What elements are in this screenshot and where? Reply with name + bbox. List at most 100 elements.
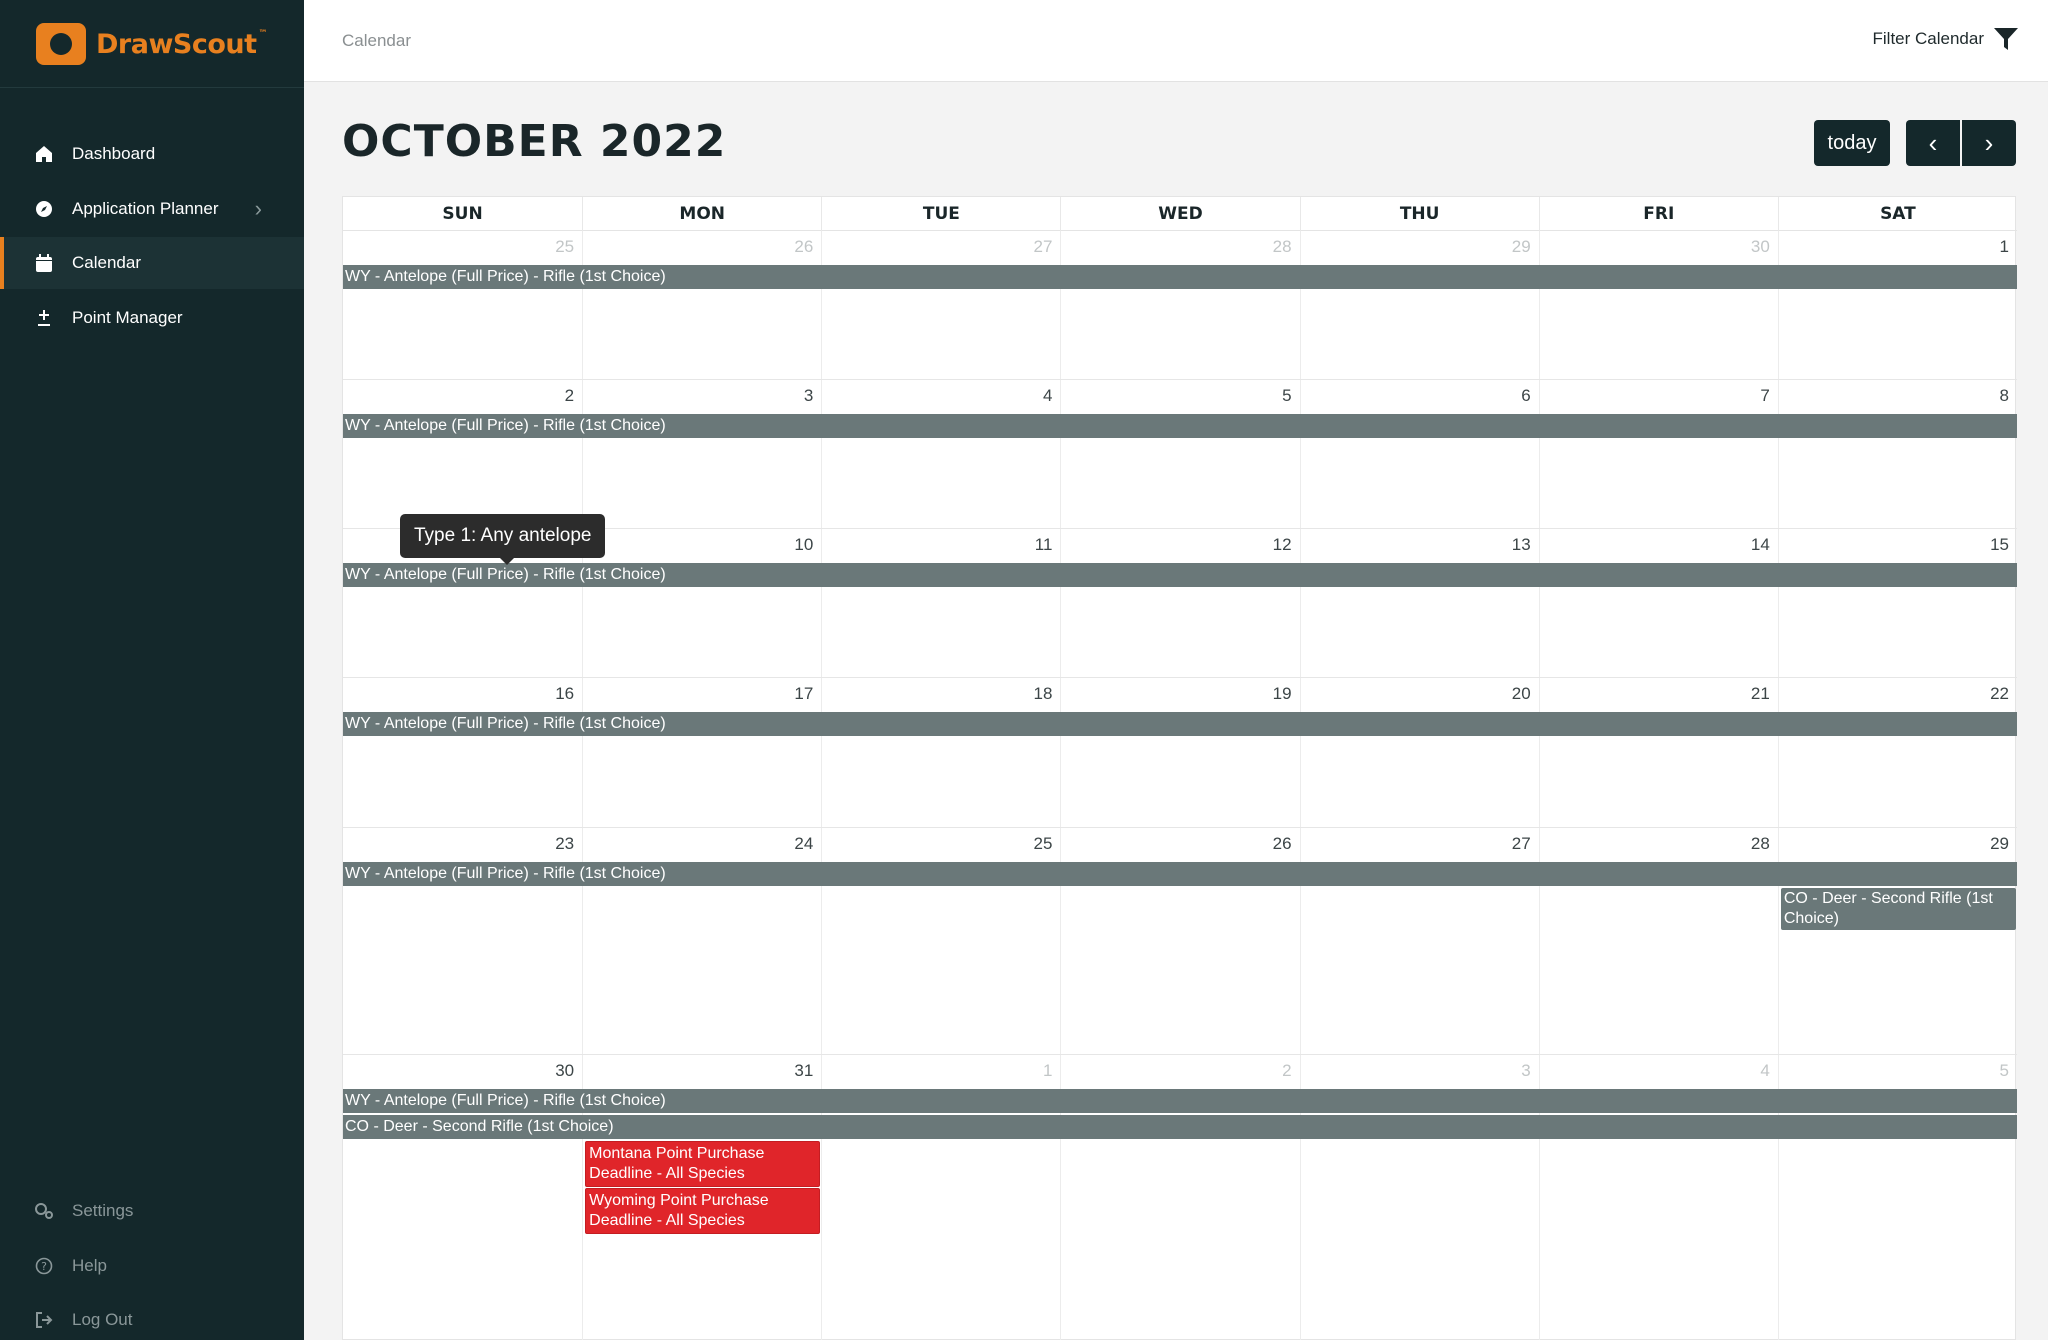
event-wy-antelope[interactable]: WY - Antelope (Full Price) - Rifle (1st … xyxy=(343,1089,2017,1113)
sidebar-item-logout[interactable]: Log Out xyxy=(0,1294,304,1340)
calendar-icon xyxy=(34,253,54,273)
day-number[interactable]: 1 xyxy=(821,1061,1052,1081)
chevron-right-icon: › xyxy=(1984,127,1994,158)
event-tooltip: Type 1: Any antelope xyxy=(400,514,606,565)
next-month-button[interactable]: › xyxy=(1962,120,2016,166)
breadcrumb: Calendar xyxy=(342,31,411,50)
filter-icon xyxy=(1994,28,2018,50)
prev-month-button[interactable]: ‹ xyxy=(1906,120,1960,166)
filter-calendar-label: Filter Calendar xyxy=(1872,29,1985,48)
help-icon: ? xyxy=(34,1256,54,1276)
weekday-header-cell: TUE xyxy=(821,197,1060,231)
event-wy-antelope[interactable]: WY - Antelope (Full Price) - Rifle (1st … xyxy=(343,414,2017,438)
sidebar-item-dashboard[interactable]: Dashboard xyxy=(0,128,304,180)
day-number[interactable]: 25 xyxy=(821,834,1053,854)
brand-name: DrawScout xyxy=(96,28,257,60)
sidebar-item-point-manager[interactable]: Point Manager xyxy=(0,292,304,344)
day-number[interactable]: 21 xyxy=(1539,684,1770,704)
day-number[interactable]: 6 xyxy=(1300,386,1530,406)
day-number[interactable]: 5 xyxy=(1060,386,1291,406)
sidebar-item-application-planner[interactable]: Application Planner › xyxy=(0,183,304,235)
day-number[interactable]: 31 xyxy=(582,1061,813,1081)
event-wy-antelope[interactable]: WY - Antelope (Full Price) - Rifle (1st … xyxy=(343,563,2017,587)
compass-icon xyxy=(34,199,54,219)
day-number[interactable]: 28 xyxy=(1060,237,1292,257)
day-number[interactable]: 27 xyxy=(1300,834,1531,854)
day-number[interactable]: 25 xyxy=(343,237,574,257)
sidebar-item-help[interactable]: ? Help xyxy=(0,1240,304,1292)
sidebar-item-label: Help xyxy=(72,1256,107,1275)
day-number[interactable]: 18 xyxy=(821,684,1053,704)
day-number[interactable]: 19 xyxy=(1060,684,1292,704)
day-number[interactable]: 29 xyxy=(1300,237,1531,257)
day-number[interactable]: 24 xyxy=(582,834,813,854)
day-number[interactable]: 26 xyxy=(1060,834,1292,854)
event-co-deer[interactable]: CO - Deer - Second Rifle (1st Choice) xyxy=(1780,888,2016,930)
calendar-grid: SUN MON TUE WED THU FRI SAT 25 26 27 28 29 30 1 WY - … xyxy=(342,196,2017,1340)
day-number[interactable]: 16 xyxy=(343,684,574,704)
event-wy-antelope[interactable]: WY - Antelope (Full Price) - Rifle (1st … xyxy=(343,712,2017,736)
brand-trademark: ™ xyxy=(258,28,268,39)
sidebar-item-label: Dashboard xyxy=(72,144,156,163)
sidebar-item-label: Calendar xyxy=(72,253,141,272)
day-number[interactable]: 3 xyxy=(1300,1061,1530,1081)
today-button[interactable]: today xyxy=(1814,120,1890,166)
weekday-header-cell: THU xyxy=(1299,197,1539,231)
event-wy-antelope[interactable]: WY - Antelope (Full Price) - Rifle (1st … xyxy=(343,862,2017,886)
day-number[interactable]: 11 xyxy=(821,535,1053,555)
day-number[interactable]: 7 xyxy=(1539,386,1769,406)
day-number[interactable]: 10 xyxy=(582,535,813,555)
sidebar: DrawScout ™ Dashboard Application Planner… xyxy=(0,0,304,1340)
gears-icon xyxy=(34,1201,54,1221)
logout-icon xyxy=(34,1310,54,1330)
day-number[interactable]: 28 xyxy=(1539,834,1770,854)
chevron-right-icon[interactable]: › xyxy=(255,196,262,222)
sidebar-item-label: Application Planner xyxy=(72,199,219,218)
sidebar-item-settings[interactable]: Settings xyxy=(0,1185,304,1237)
day-number[interactable]: 4 xyxy=(821,386,1052,406)
day-number[interactable]: 20 xyxy=(1300,684,1531,704)
day-number[interactable]: 22 xyxy=(1778,684,2009,704)
sidebar-item-label: Settings xyxy=(72,1201,134,1220)
event-wy-antelope[interactable]: WY - Antelope (Full Price) - Rifle (1st … xyxy=(343,265,2017,289)
day-number[interactable]: 5 xyxy=(1778,1061,2009,1081)
weekday-header-cell: SAT xyxy=(1777,197,2017,231)
day-number[interactable]: 14 xyxy=(1539,535,1770,555)
day-number[interactable]: 26 xyxy=(582,237,813,257)
sidebar-item-calendar[interactable]: Calendar xyxy=(0,237,304,289)
day-number[interactable]: 30 xyxy=(343,1061,574,1081)
event-wyoming-deadline[interactable]: Wyoming Point Purchase Deadline - All Sp… xyxy=(585,1188,821,1234)
plus-minus-icon xyxy=(34,308,54,328)
home-icon xyxy=(34,144,54,164)
day-number[interactable]: 23 xyxy=(343,834,574,854)
weekday-header-cell: FRI xyxy=(1538,197,1778,231)
calendar-week: 25 26 27 28 29 30 1 WY - Antelope (Full Price) … xyxy=(343,231,2017,380)
day-number[interactable]: 1 xyxy=(1778,237,2009,257)
day-number[interactable]: 15 xyxy=(1778,535,2009,555)
top-bar: Calendar Filter Calendar xyxy=(304,0,2048,82)
day-number[interactable]: 30 xyxy=(1539,237,1770,257)
weekday-header-cell: SUN xyxy=(442,204,483,224)
day-number[interactable]: 3 xyxy=(582,386,813,406)
calendar-week: 30 31 1 2 3 4 5 WY - Antelope (Full Price) - Ri… xyxy=(343,1055,2017,1340)
day-number[interactable]: 12 xyxy=(1060,535,1292,555)
day-number[interactable]: 27 xyxy=(821,237,1053,257)
calendar-week: 2 3 4 5 6 7 8 WY - Antelope (Full Price) - Rifl… xyxy=(343,380,2017,529)
logo-icon xyxy=(36,23,86,65)
calendar-week: 16 17 18 19 20 21 22 WY - Antelope (Full Price)… xyxy=(343,678,2017,828)
filter-calendar-button[interactable]: Filter Calendar xyxy=(1872,28,2018,50)
day-number[interactable]: 29 xyxy=(1778,834,2009,854)
day-number[interactable]: 8 xyxy=(1778,386,2009,406)
event-co-deer[interactable]: CO - Deer - Second Rifle (1st Choice) xyxy=(343,1115,2017,1139)
day-number[interactable]: 13 xyxy=(1300,535,1531,555)
day-number[interactable]: 17 xyxy=(582,684,813,704)
weekday-header-cell: WED xyxy=(1060,197,1299,231)
calendar-week: 23 24 25 26 27 28 29 WY - Antelope (Full Price)… xyxy=(343,828,2017,1055)
page-title: OCTOBER 2022 xyxy=(342,116,727,167)
brand-logo[interactable]: DrawScout ™ xyxy=(36,22,268,66)
chevron-left-icon: ‹ xyxy=(1928,127,1938,158)
day-number[interactable]: 2 xyxy=(343,386,574,406)
day-number[interactable]: 4 xyxy=(1539,1061,1769,1081)
event-montana-deadline[interactable]: Montana Point Purchase Deadline - All Sp… xyxy=(585,1141,821,1187)
day-number[interactable]: 2 xyxy=(1060,1061,1291,1081)
